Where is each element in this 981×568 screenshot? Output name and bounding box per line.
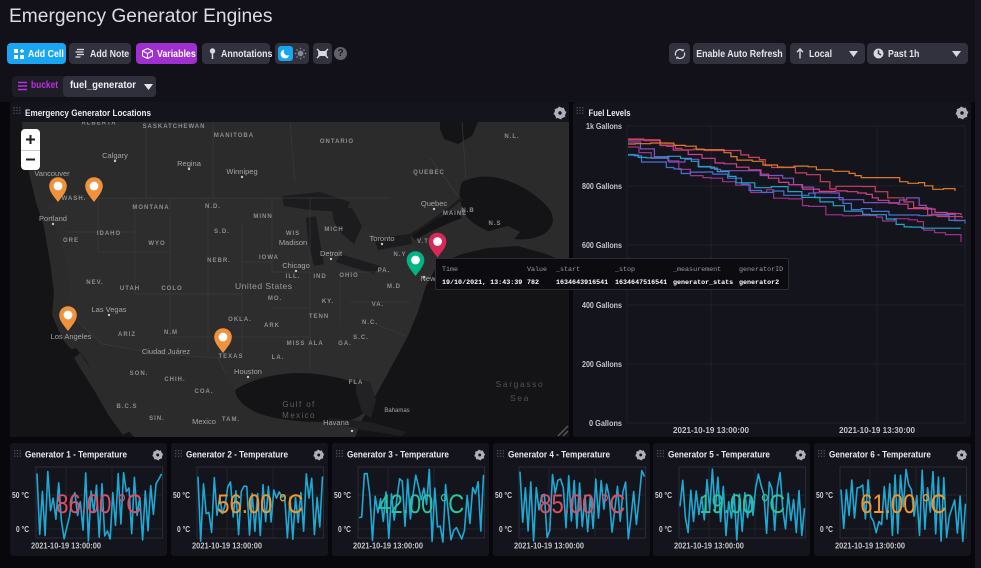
svg-text:50 °C: 50 °C	[12, 491, 29, 500]
svg-text:generatorID: generatorID	[739, 266, 783, 274]
svg-text:2021-10-19 13:00:00: 2021-10-19 13:00:00	[514, 541, 584, 551]
svg-text:19/10/2021, 13:43:39: 19/10/2021, 13:43:39	[442, 279, 522, 287]
svg-text:50 °C: 50 °C	[334, 491, 351, 500]
svg-text:2021-10-19 13:00:00: 2021-10-19 13:00:00	[674, 541, 744, 551]
svg-text:Generator 5 - Temperature: Generator 5 - Temperature	[668, 450, 770, 461]
svg-text:Generator 1 - Temperature: Generator 1 - Temperature	[25, 450, 127, 461]
svg-text:0 °C: 0 °C	[338, 525, 351, 534]
svg-text:Generator 3 - Temperature: Generator 3 - Temperature	[347, 450, 449, 461]
svg-text:0 °C: 0 °C	[177, 525, 190, 534]
svg-text:Generator 6 - Temperature: Generator 6 - Temperature	[829, 450, 931, 461]
svg-text:Generator 2 - Temperature: Generator 2 - Temperature	[186, 450, 288, 461]
svg-text:61.00 °C: 61.00 °C	[860, 489, 946, 519]
svg-text:50 °C: 50 °C	[495, 491, 512, 500]
svg-text:2021-10-19 13:00:00: 2021-10-19 13:00:00	[31, 541, 101, 551]
svg-text:_stop: _stop	[614, 266, 635, 274]
svg-text:2021-10-19 13:00:00: 2021-10-19 13:00:00	[192, 541, 262, 551]
svg-text:generator_stats: generator_stats	[673, 279, 733, 287]
svg-text:50 °C: 50 °C	[173, 491, 190, 500]
svg-text:_measurement: _measurement	[672, 266, 721, 274]
svg-text:85.00 °C: 85.00 °C	[539, 489, 625, 519]
svg-text:1634643916541: 1634643916541	[556, 279, 608, 287]
svg-text:generator2: generator2	[739, 279, 779, 287]
svg-text:56.00 °C: 56.00 °C	[217, 489, 303, 519]
svg-text:2021-10-19 13:00:00: 2021-10-19 13:00:00	[353, 541, 423, 551]
svg-text:0 °C: 0 °C	[499, 525, 512, 534]
svg-text:_start: _start	[555, 266, 580, 274]
svg-text:Generator 4 - Temperature: Generator 4 - Temperature	[508, 450, 610, 461]
svg-text:50 °C: 50 °C	[816, 491, 833, 500]
svg-text:86.00 °C: 86.00 °C	[56, 489, 142, 519]
svg-text:0 °C: 0 °C	[16, 525, 29, 534]
svg-text:19.00 °C: 19.00 °C	[700, 489, 786, 519]
svg-text:50 °C: 50 °C	[655, 491, 672, 500]
svg-text:0 °C: 0 °C	[820, 525, 833, 534]
svg-text:42.00 °C: 42.00 °C	[378, 489, 464, 519]
svg-text:Time: Time	[442, 266, 458, 274]
svg-text:2021-10-19 13:00:00: 2021-10-19 13:00:00	[835, 541, 905, 551]
svg-text:0 °C: 0 °C	[659, 525, 672, 534]
svg-text:1634647516541: 1634647516541	[615, 279, 667, 287]
svg-text:Value: Value	[527, 266, 547, 274]
svg-text:782: 782	[527, 279, 539, 287]
